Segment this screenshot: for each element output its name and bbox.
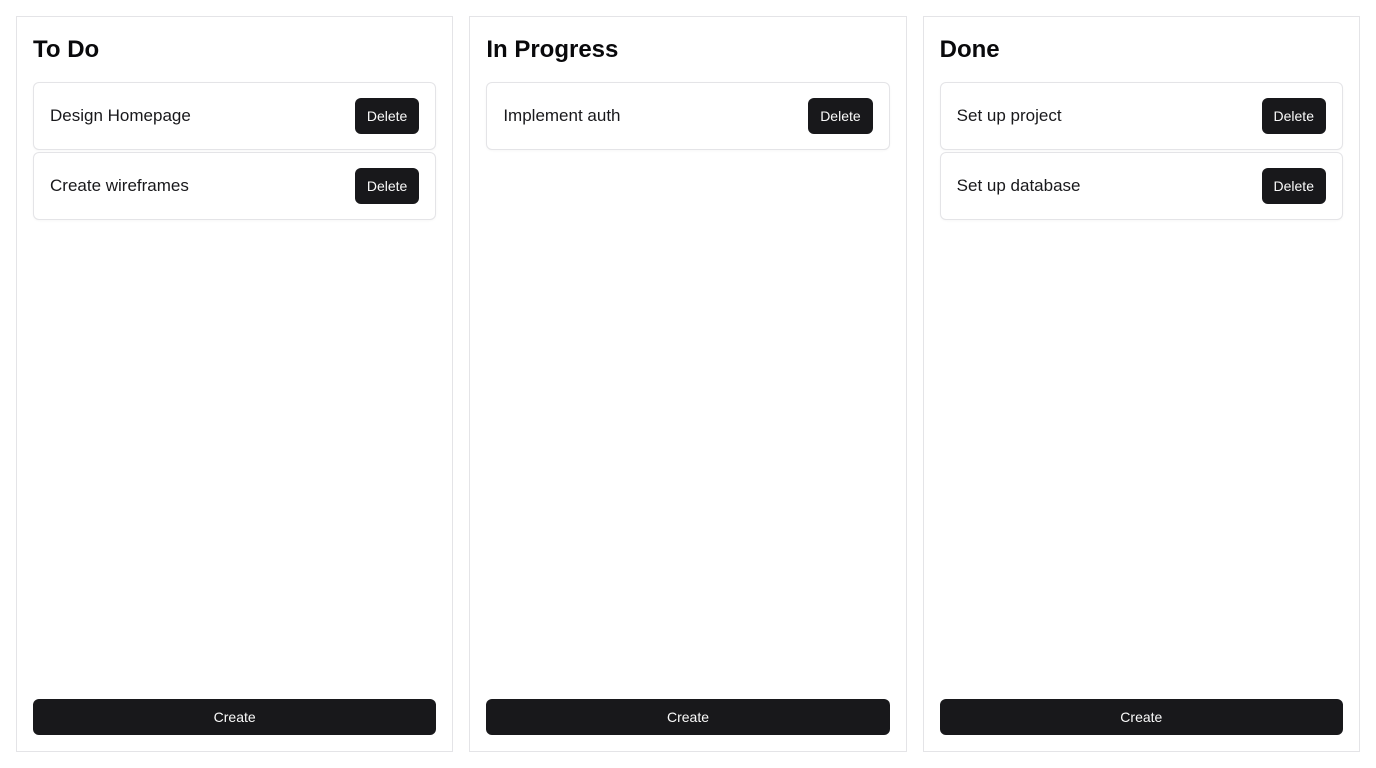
task-label: Set up database bbox=[956, 176, 1081, 195]
column-todo: To Do Design Homepage Delete Create wire… bbox=[16, 16, 454, 752]
task-label: Set up project bbox=[956, 106, 1062, 125]
delete-button[interactable]: Delete bbox=[1261, 98, 1326, 134]
column-title: To Do bbox=[33, 36, 100, 63]
create-button[interactable]: Create bbox=[486, 699, 890, 735]
task-card[interactable]: Create wireframes Delete bbox=[33, 152, 437, 220]
task-label: Design Homepage bbox=[50, 106, 191, 125]
create-button[interactable]: Create bbox=[33, 699, 437, 735]
kanban-board: To Do Design Homepage Delete Create wire… bbox=[16, 16, 1360, 752]
task-list: Set up project Delete Set up database De… bbox=[939, 82, 1343, 699]
task-list: Design Homepage Delete Create wireframes… bbox=[33, 82, 437, 699]
create-button[interactable]: Create bbox=[939, 699, 1343, 735]
delete-button[interactable]: Delete bbox=[1261, 168, 1326, 204]
delete-button[interactable]: Delete bbox=[354, 168, 420, 204]
task-label: Implement auth bbox=[503, 106, 621, 125]
delete-button[interactable]: Delete bbox=[354, 98, 420, 134]
task-label: Create wireframes bbox=[50, 176, 189, 195]
task-list: Implement auth Delete bbox=[486, 82, 890, 699]
column-title: Done bbox=[939, 36, 1000, 63]
task-card[interactable]: Design Homepage Delete bbox=[33, 82, 437, 150]
task-card[interactable]: Set up project Delete bbox=[939, 82, 1343, 150]
column-in-progress: In Progress Implement auth Delete Create bbox=[469, 16, 907, 752]
delete-button[interactable]: Delete bbox=[808, 98, 873, 134]
column-title: In Progress bbox=[486, 36, 619, 63]
column-done: Done Set up project Delete Set up databa… bbox=[922, 16, 1360, 752]
task-card[interactable]: Set up database Delete bbox=[939, 152, 1343, 220]
task-card[interactable]: Implement auth Delete bbox=[486, 82, 890, 150]
